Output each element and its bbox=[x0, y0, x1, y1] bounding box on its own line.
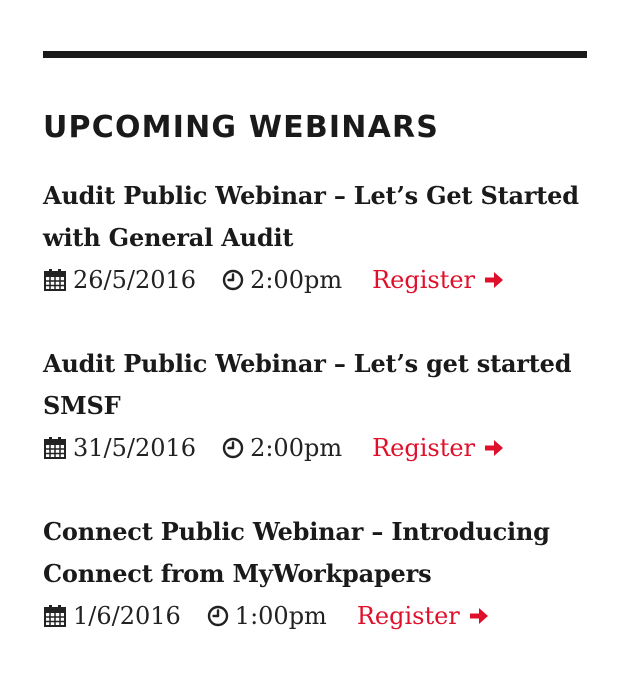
event-title[interactable]: Connect Public Webinar – Introducing Con… bbox=[43, 511, 587, 595]
event-date: 26/5/2016 bbox=[43, 259, 196, 301]
register-label: Register bbox=[356, 602, 460, 630]
event-item: Connect Public Webinar – Introducing Con… bbox=[43, 511, 587, 637]
arrow-right-icon bbox=[485, 272, 504, 288]
event-title[interactable]: Audit Public Webinar – Let’s get started… bbox=[43, 343, 587, 427]
clock-icon bbox=[207, 605, 228, 627]
widget-title: UPCOMING WEBINARS bbox=[43, 110, 440, 145]
event-time-text: 2:00pm bbox=[250, 434, 343, 462]
event-time: 1:00pm bbox=[207, 595, 327, 637]
arrow-right-icon bbox=[469, 608, 488, 624]
event-date-text: 26/5/2016 bbox=[73, 266, 197, 294]
register-label: Register bbox=[372, 434, 476, 462]
calendar-icon bbox=[44, 605, 66, 627]
event-item: Audit Public Webinar – Let’s Get Started… bbox=[43, 175, 587, 301]
register-label: Register bbox=[372, 266, 476, 294]
calendar-icon bbox=[44, 269, 66, 291]
event-time-text: 1:00pm bbox=[234, 602, 327, 630]
register-link[interactable]: Register bbox=[372, 259, 505, 301]
event-date: 1/6/2016 bbox=[43, 595, 181, 637]
event-date-text: 31/5/2016 bbox=[73, 434, 197, 462]
top-divider bbox=[43, 51, 587, 58]
arrow-right-icon bbox=[485, 440, 504, 456]
register-link[interactable]: Register bbox=[357, 595, 490, 637]
event-date: 31/5/2016 bbox=[43, 427, 196, 469]
event-meta: 31/5/2016 2:00pm Register bbox=[43, 427, 587, 469]
event-time: 2:00pm bbox=[222, 259, 342, 301]
clock-icon bbox=[222, 437, 244, 459]
upcoming-webinars-widget: UPCOMING WEBINARS Audit Public Webinar –… bbox=[43, 51, 587, 679]
event-list: Audit Public Webinar – Let’s Get Started… bbox=[43, 175, 587, 637]
event-date-text: 1/6/2016 bbox=[73, 602, 181, 630]
event-title[interactable]: Audit Public Webinar – Let’s Get Started… bbox=[43, 175, 587, 259]
clock-icon bbox=[222, 269, 244, 291]
register-link[interactable]: Register bbox=[372, 427, 505, 469]
event-meta: 1/6/2016 1:00pm Register bbox=[43, 595, 587, 637]
event-meta: 26/5/2016 2:00pm Register bbox=[43, 259, 587, 301]
event-time: 2:00pm bbox=[222, 427, 342, 469]
event-time-text: 2:00pm bbox=[250, 266, 343, 294]
calendar-icon bbox=[44, 437, 66, 459]
event-item: Audit Public Webinar – Let’s get started… bbox=[43, 343, 587, 469]
